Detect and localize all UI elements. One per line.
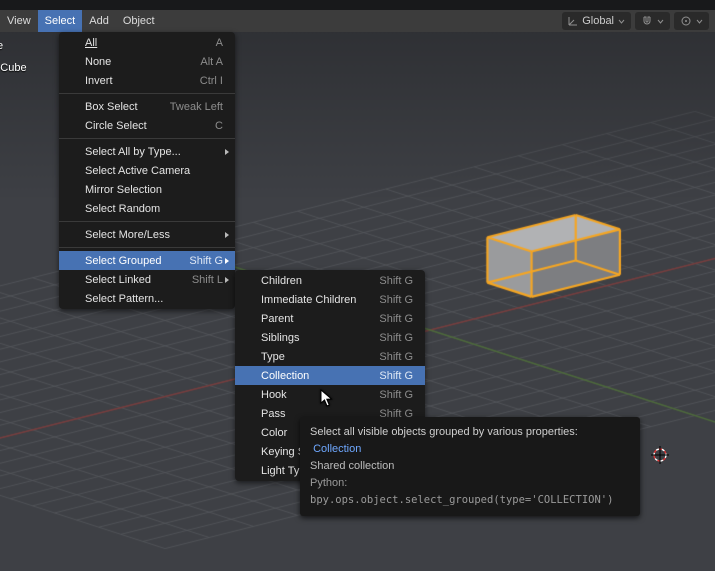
menu-item-select-by-type[interactable]: Select All by Type... bbox=[59, 142, 235, 161]
menu-separator bbox=[59, 138, 235, 139]
chevron-down-icon bbox=[618, 18, 625, 25]
menu-select[interactable]: Select bbox=[38, 10, 83, 32]
menu-item-grouped[interactable]: Select GroupedShift G bbox=[59, 251, 235, 270]
chevron-down-icon bbox=[657, 18, 664, 25]
magnet-icon bbox=[641, 15, 653, 27]
menu-item-invert[interactable]: InvertCtrl I bbox=[59, 71, 235, 90]
submenu-type[interactable]: TypeShift G bbox=[235, 347, 425, 366]
editor-header: View Select Add Object Global bbox=[0, 10, 715, 32]
menu-add[interactable]: Add bbox=[82, 10, 116, 32]
mode-label: tive bbox=[0, 40, 3, 52]
menu-item-box-select[interactable]: Box SelectTweak Left bbox=[59, 97, 235, 116]
menu-separator bbox=[59, 93, 235, 94]
proportional-icon bbox=[680, 15, 692, 27]
select-menu[interactable]: AllA NoneAlt A InvertCtrl I Box SelectTw… bbox=[59, 32, 235, 309]
menu-view[interactable]: View bbox=[0, 10, 38, 32]
cursor-3d-icon bbox=[649, 444, 671, 469]
menu-item-linked[interactable]: Select LinkedShift L bbox=[59, 270, 235, 289]
workspace-tabs[interactable] bbox=[0, 0, 715, 10]
snap-toggle[interactable] bbox=[635, 12, 670, 30]
menu-item-active-camera[interactable]: Select Active Camera bbox=[59, 161, 235, 180]
menu-separator bbox=[59, 221, 235, 222]
menu-item-circle-select[interactable]: Circle SelectC bbox=[59, 116, 235, 135]
collection-object-label: Collection | Cube bbox=[0, 62, 27, 74]
menu-item-random[interactable]: Select Random bbox=[59, 199, 235, 218]
menu-separator bbox=[59, 247, 235, 248]
submenu-immediate-children[interactable]: Immediate ChildrenShift G bbox=[235, 290, 425, 309]
chevron-down-icon bbox=[696, 18, 703, 25]
submenu-collection[interactable]: CollectionShift G bbox=[235, 366, 425, 385]
proportional-edit-toggle[interactable] bbox=[674, 12, 709, 30]
submenu-children[interactable]: ChildrenShift G bbox=[235, 271, 425, 290]
submenu-hook[interactable]: HookShift G bbox=[235, 385, 425, 404]
transform-orientation-dropdown[interactable]: Global bbox=[562, 12, 631, 30]
menu-item-all[interactable]: AllA bbox=[59, 33, 235, 52]
menu-item-more-less[interactable]: Select More/Less bbox=[59, 225, 235, 244]
tooltip: Select all visible objects grouped by va… bbox=[300, 417, 640, 516]
menu-item-none[interactable]: NoneAlt A bbox=[59, 52, 235, 71]
menu-item-mirror[interactable]: Mirror Selection bbox=[59, 180, 235, 199]
transform-orient-icon bbox=[568, 16, 578, 26]
menu-object[interactable]: Object bbox=[116, 10, 162, 32]
menu-item-pattern[interactable]: Select Pattern... bbox=[59, 289, 235, 308]
submenu-parent[interactable]: ParentShift G bbox=[235, 309, 425, 328]
submenu-siblings[interactable]: SiblingsShift G bbox=[235, 328, 425, 347]
